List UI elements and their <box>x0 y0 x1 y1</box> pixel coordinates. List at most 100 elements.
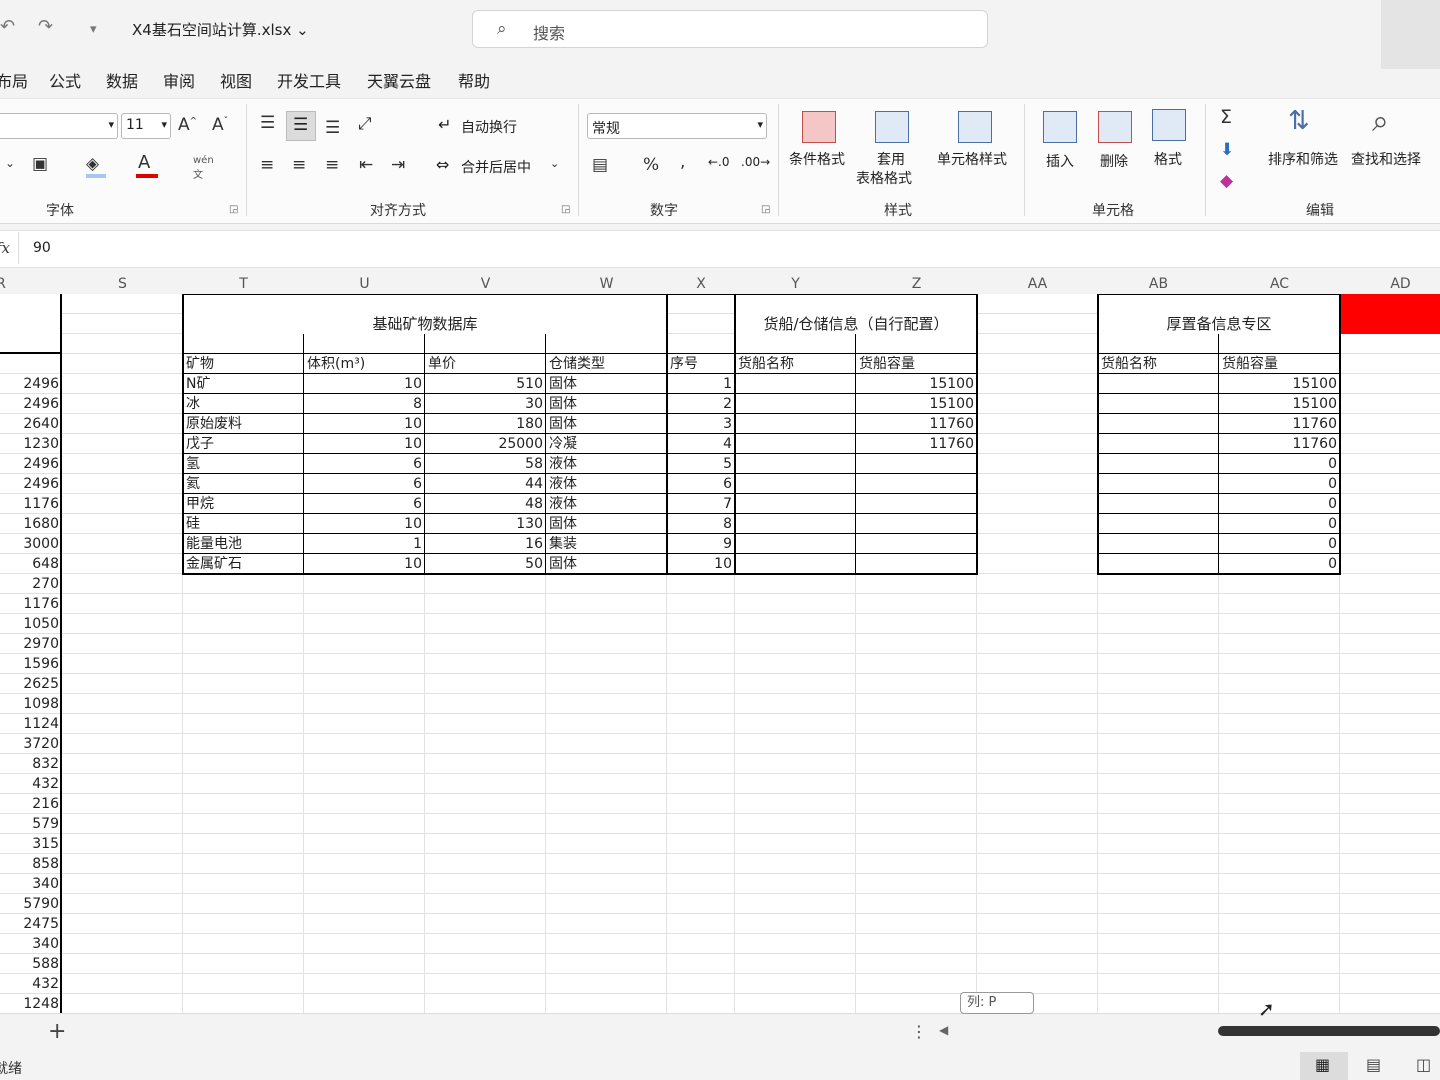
col-r-cell[interactable]: 2496 <box>0 394 62 414</box>
col-r-cell[interactable]: 3000 <box>0 534 62 554</box>
chevron-down-icon[interactable]: ⌄ <box>5 156 15 170</box>
col-r-cell[interactable]: 858 <box>0 854 62 874</box>
format-cells-button[interactable]: 格式 <box>1154 149 1182 169</box>
menu-tianyi-cloud[interactable]: 天翼云盘 <box>367 68 431 92</box>
fill-color-icon[interactable]: ◈ <box>86 154 99 174</box>
fill-icon[interactable]: ⬇ <box>1220 140 1234 160</box>
align-top-icon[interactable]: ☰ <box>260 113 275 133</box>
decrease-decimal-icon[interactable]: .00→ <box>741 155 770 169</box>
decrease-indent-icon[interactable]: ⇤ <box>359 155 373 175</box>
font-name-combo[interactable]: ▾ <box>0 113 118 139</box>
col-r-cell[interactable]: 2496 <box>0 454 62 474</box>
decrease-font-icon[interactable]: Aˇ <box>212 115 228 135</box>
col-r-cell[interactable]: 432 <box>0 974 62 994</box>
col-r-cell[interactable]: 270 <box>0 574 62 594</box>
page-break-view-icon[interactable]: ◫ <box>1416 1055 1431 1074</box>
column-header-v[interactable]: V <box>425 274 546 294</box>
insert-cells-button[interactable]: 插入 <box>1046 151 1074 171</box>
clear-icon[interactable]: ◆ <box>1220 171 1233 191</box>
wrap-text-button[interactable]: 自动换行 <box>461 117 517 137</box>
increase-indent-icon[interactable]: ⇥ <box>391 155 405 175</box>
percent-icon[interactable]: % <box>643 155 659 175</box>
align-right-icon[interactable]: ≡ <box>325 155 339 175</box>
currency-icon[interactable]: ▤ <box>592 155 608 175</box>
font-color-icon[interactable]: A <box>138 152 150 173</box>
column-header-ad[interactable]: AD <box>1340 274 1440 294</box>
table-format-label-1[interactable]: 套用 <box>877 149 905 169</box>
menu-formulas[interactable]: 公式 <box>49 68 81 92</box>
redo-icon[interactable]: ↷ <box>38 16 53 37</box>
col-r-cell[interactable]: 315 <box>0 834 62 854</box>
undo-icon[interactable]: ↶ <box>0 16 15 37</box>
customize-quick-access-icon[interactable]: ▾ <box>90 22 97 37</box>
delete-cells-button[interactable]: 删除 <box>1100 151 1128 171</box>
fx-icon[interactable]: fx <box>0 239 10 257</box>
col-r-cell[interactable]: 5790 <box>0 894 62 914</box>
normal-view-button[interactable]: ▦ <box>1300 1052 1348 1080</box>
col-r-cell[interactable]: 648 <box>0 554 62 574</box>
col-r-cell[interactable]: 2640 <box>0 414 62 434</box>
column-header-y[interactable]: Y <box>735 274 856 294</box>
col-r-cell[interactable]: 432 <box>0 774 62 794</box>
column-header-aa[interactable]: AA <box>977 274 1098 294</box>
col-r-cell[interactable]: 340 <box>0 874 62 894</box>
column-header-t[interactable]: T <box>183 274 304 294</box>
col-r-cell[interactable]: 2475 <box>0 914 62 934</box>
col-r-cell[interactable]: 1248 <box>0 994 62 1013</box>
col-r-cell[interactable]: 1176 <box>0 494 62 514</box>
menu-view[interactable]: 视图 <box>220 68 252 92</box>
col-r-cell[interactable]: 1230 <box>0 434 62 454</box>
cell-style-button[interactable]: 单元格样式 <box>937 149 1007 169</box>
page-layout-view-icon[interactable]: ▤ <box>1366 1055 1381 1074</box>
column-header-s[interactable]: S <box>62 274 183 294</box>
border-icon[interactable]: ▣ <box>32 154 48 174</box>
menu-data[interactable]: 数据 <box>106 68 138 92</box>
col-r-cell[interactable]: 1176 <box>0 594 62 614</box>
col-r-cell[interactable]: 216 <box>0 794 62 814</box>
col-r-cell[interactable]: 588 <box>0 954 62 974</box>
increase-decimal-icon[interactable]: ←.0 <box>708 155 730 169</box>
dialog-launcher-icon[interactable]: ◲ <box>229 204 238 215</box>
col-r-cell[interactable]: 579 <box>0 814 62 834</box>
align-middle-button[interactable]: ☰ <box>286 111 316 141</box>
sort-filter-button[interactable]: 排序和筛选 <box>1268 149 1338 169</box>
menu-help[interactable]: 帮助 <box>458 68 490 92</box>
find-select-button[interactable]: 查找和选择 <box>1351 149 1421 169</box>
col-r-cell[interactable]: 1596 <box>0 654 62 674</box>
align-bottom-icon[interactable]: ☰ <box>325 118 340 138</box>
chevron-down-icon[interactable]: ⌄ <box>550 157 559 170</box>
menu-review[interactable]: 审阅 <box>163 68 195 92</box>
col-r-cell[interactable]: 832 <box>0 754 62 774</box>
dialog-launcher-icon[interactable]: ◲ <box>761 204 770 215</box>
col-r-cell[interactable]: 2496 <box>0 474 62 494</box>
col-r-cell[interactable]: 1098 <box>0 694 62 714</box>
column-header-z[interactable]: Z <box>856 274 977 294</box>
scroll-left-icon[interactable]: ◀ <box>939 1023 948 1037</box>
phonetic-icon[interactable]: wén 文 <box>193 155 214 181</box>
search-box[interactable]: ⌕ 搜索 <box>472 10 988 48</box>
formula-input[interactable]: 90 <box>18 232 1440 264</box>
col-r-cell[interactable]: 1680 <box>0 514 62 534</box>
table-format-label-2[interactable]: 表格格式 <box>856 168 912 188</box>
col-r-cell[interactable]: 2970 <box>0 634 62 654</box>
dialog-launcher-icon[interactable]: ◲ <box>561 204 570 215</box>
comma-style-icon[interactable]: , <box>680 152 685 172</box>
column-header-r[interactable]: R <box>0 274 62 294</box>
column-header-ab[interactable]: AB <box>1098 274 1219 294</box>
col-r-cell[interactable]: 3720 <box>0 734 62 754</box>
merge-center-button[interactable]: 合并后居中 <box>461 157 531 177</box>
file-name[interactable]: X4基石空间站计算.xlsx ⌄ <box>132 19 309 40</box>
menu-page-layout[interactable]: 布局 <box>0 68 28 92</box>
number-format-combo[interactable]: 常规 ▾ <box>587 113 767 139</box>
autosum-icon[interactable]: Σ <box>1220 106 1232 128</box>
col-r-cell[interactable]: 2496 <box>0 374 62 394</box>
column-header-ac[interactable]: AC <box>1219 274 1340 294</box>
worksheet-grid[interactable]: 基础矿物数据库货船/仓储信息（自行配置）厚置备信息专区量249624962640… <box>0 294 1440 1013</box>
conditional-format-button[interactable]: 条件格式 <box>789 149 845 169</box>
increase-font-icon[interactable]: A^ <box>178 115 197 135</box>
col-r-cell[interactable]: 2625 <box>0 674 62 694</box>
column-header-w[interactable]: W <box>546 274 667 294</box>
col-r-cell[interactable]: 1050 <box>0 614 62 634</box>
wrap-text-icon[interactable]: ↵ <box>438 115 451 134</box>
add-sheet-icon[interactable]: + <box>48 1019 66 1044</box>
